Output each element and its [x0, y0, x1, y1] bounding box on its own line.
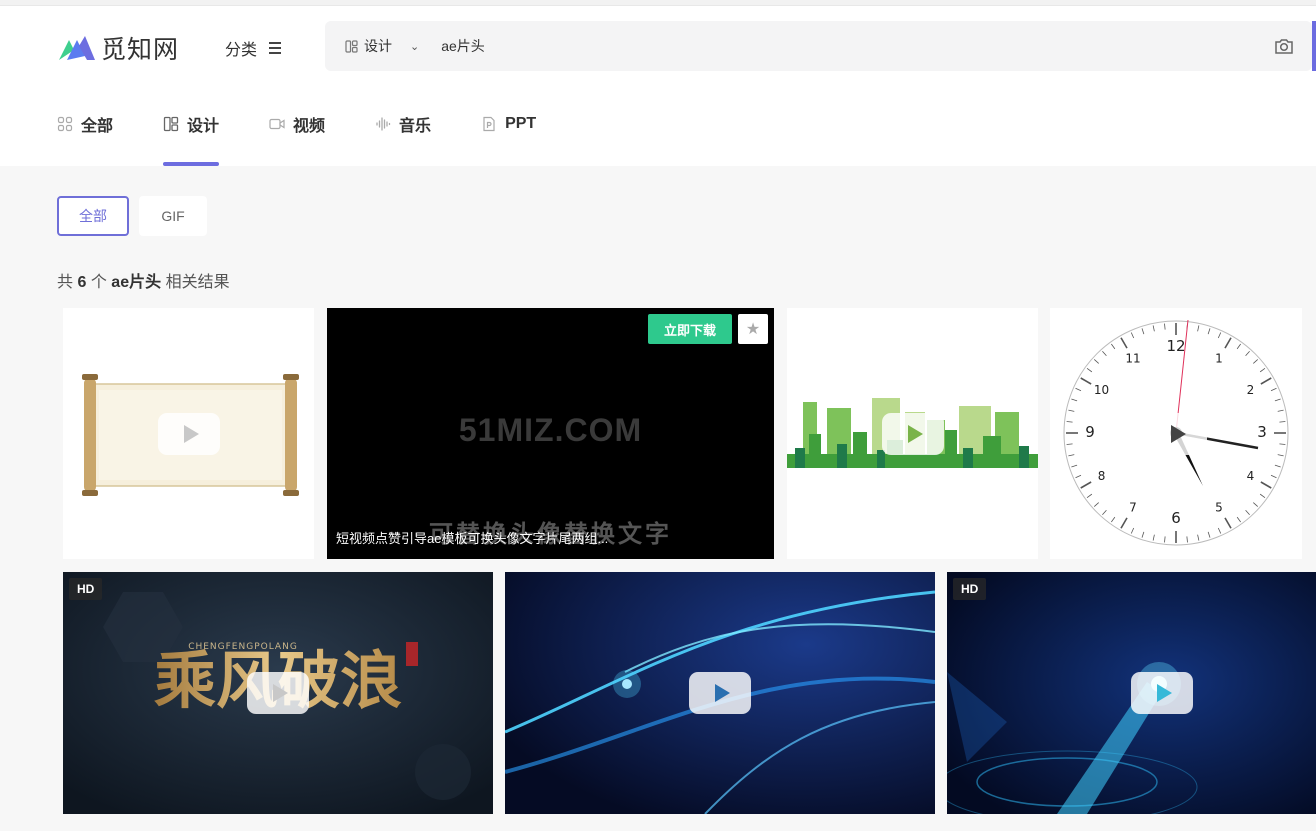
result-card-51miz[interactable]: 51MIZ.COM 可替换头像替换文字 短视频点赞引导ae模板可换头像文字片尾两… [327, 308, 774, 559]
layout-icon [163, 116, 179, 132]
tab-label: 全部 [81, 118, 114, 135]
tab-label: 设计 [187, 118, 220, 135]
result-card-light-streaks[interactable] [505, 572, 935, 814]
play-icon[interactable] [1145, 413, 1207, 455]
play-icon[interactable] [882, 413, 944, 455]
card-title[interactable]: 短视频点赞引导ae模板可换头像文字片尾两组... [336, 528, 608, 547]
filter-all[interactable]: 全部 [57, 196, 129, 236]
site-name: 觅知网 [101, 35, 180, 64]
clock-number: 5 [1215, 500, 1223, 514]
grid-icon [57, 116, 73, 132]
search-type-label: 设计 [364, 38, 392, 54]
tab-label: PPT [505, 115, 537, 132]
hd-badge: HD [69, 578, 103, 600]
clock-number: 4 [1247, 469, 1255, 483]
clock-number: 2 [1247, 383, 1255, 397]
site-logo[interactable]: 觅知网 [57, 30, 179, 66]
art-subtitle-text: CHENGFENGPOLANG [188, 642, 298, 652]
watermark-text: 51MIZ.COM [458, 412, 643, 448]
result-measure: 个 [90, 274, 107, 291]
clock-number: 11 [1125, 352, 1140, 366]
hamburger-icon [269, 42, 282, 54]
video-icon [269, 118, 285, 130]
logo-mark-icon [59, 36, 95, 60]
play-icon[interactable] [247, 672, 309, 714]
category-menu-button[interactable]: 分类 [225, 36, 282, 60]
search-button-edge[interactable] [1312, 21, 1316, 71]
result-card-blue-beam[interactable]: HD [947, 572, 1316, 814]
result-card-chengfeng[interactable]: 乘风破浪 CHENGFENGPOLANG HD [63, 572, 493, 814]
clock-number: 12 [1166, 337, 1185, 355]
chevron-down-icon: ⌄ [410, 40, 420, 53]
filter-gif[interactable]: GIF [139, 196, 207, 236]
clock-number: 6 [1171, 509, 1181, 527]
audio-wave-icon [376, 117, 391, 131]
category-label: 分类 [225, 42, 258, 59]
result-card-scroll[interactable] [63, 308, 314, 559]
play-icon[interactable] [158, 413, 220, 455]
play-icon[interactable] [689, 672, 751, 714]
tab-ppt[interactable]: PPT [481, 106, 536, 142]
hd-badge: HD [953, 578, 987, 600]
search-bar: 设计 ⌄ [325, 21, 1316, 71]
type-tabs: 全部 设计 视频 音乐 PPT [57, 106, 586, 166]
clock-number: 3 [1257, 423, 1267, 441]
result-card-clock[interactable]: 12 1 2 3 4 5 6 7 8 9 10 11 [1050, 308, 1302, 559]
play-icon[interactable] [1131, 672, 1193, 714]
camera-icon[interactable] [1274, 36, 1294, 56]
result-suffix: 相关结果 [165, 274, 230, 291]
layout-icon [345, 39, 358, 53]
clock-number: 7 [1129, 500, 1137, 514]
favorite-star-icon[interactable]: ★ [738, 314, 768, 344]
tab-music[interactable]: 音乐 [375, 106, 431, 142]
download-button[interactable]: 立即下载 [648, 314, 732, 344]
search-type-select[interactable]: 设计 ⌄ [345, 36, 419, 56]
format-filters: 全部 GIF [57, 196, 207, 236]
search-input[interactable] [441, 38, 1222, 54]
ppt-file-icon [483, 116, 495, 132]
result-prefix: 共 [57, 274, 74, 291]
clock-number: 8 [1098, 469, 1106, 483]
result-count: 共 6 个 ae片头 相关结果 [57, 268, 230, 292]
clock-number: 10 [1094, 383, 1109, 397]
result-keyword: ae片头 [111, 274, 162, 291]
result-card-city[interactable] [787, 308, 1038, 559]
clock-number: 1 [1215, 352, 1223, 366]
clock-number: 9 [1085, 423, 1095, 441]
tab-design[interactable]: 设计 [163, 106, 220, 166]
tab-label: 音乐 [399, 118, 432, 135]
result-number: 6 [77, 274, 87, 291]
tab-video[interactable]: 视频 [269, 106, 325, 142]
site-header: 觅知网 分类 设计 ⌄ ae片头 全部 设计 视频 音乐 PPT [0, 6, 1316, 166]
tab-all[interactable]: 全部 [57, 106, 113, 142]
tab-label: 视频 [293, 118, 326, 135]
